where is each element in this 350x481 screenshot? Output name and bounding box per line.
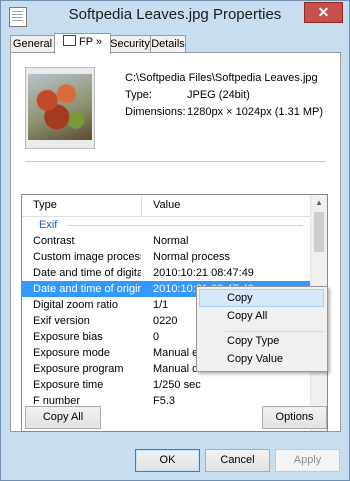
row-type: Exposure mode — [33, 347, 111, 359]
options-button[interactable]: Options — [262, 406, 327, 429]
row-type: Custom image processing — [33, 251, 141, 263]
image-thumbnail — [25, 67, 95, 149]
row-type: Exposure program — [33, 363, 124, 375]
type-label: Type: — [125, 89, 152, 101]
row-value: Normal process — [153, 251, 231, 263]
tab-fp[interactable]: FP » — [54, 33, 111, 54]
menu-item-copy[interactable]: Copy — [227, 289, 253, 307]
column-separator — [141, 195, 142, 216]
table-row[interactable]: Exposure time 1/250 sec — [22, 377, 311, 393]
row-type: Date and time of digital da... — [33, 267, 141, 279]
cancel-button[interactable]: Cancel — [205, 449, 270, 472]
copy-all-button[interactable]: Copy All — [25, 406, 101, 429]
window-title: Softpedia Leaves.jpg Properties — [68, 6, 282, 23]
fp-tab-panel: C:\Softpedia Files\Softpedia Leaves.jpg … — [10, 52, 341, 432]
column-header-type[interactable]: Type — [33, 199, 57, 211]
menu-item-copy-all[interactable]: Copy All — [227, 307, 267, 325]
tab-security[interactable]: Security — [109, 35, 151, 53]
menu-item-copy-value[interactable]: Copy Value — [227, 350, 283, 368]
table-row[interactable]: Date and time of digital da... 2010:10:21… — [22, 265, 311, 281]
file-info: C:\Softpedia Files\Softpedia Leaves.jpg … — [125, 70, 323, 121]
ok-button[interactable]: OK — [135, 449, 200, 472]
context-menu: Copy Copy All Copy Type Copy Value — [196, 286, 328, 372]
group-line — [67, 225, 303, 226]
tab-general[interactable]: General — [10, 35, 55, 53]
table-row[interactable]: Contrast Normal — [22, 233, 311, 249]
row-type: Exposure bias — [33, 331, 103, 343]
scrollbar-thumb[interactable] — [314, 212, 324, 252]
column-header-value[interactable]: Value — [153, 199, 180, 211]
row-type: Exif version — [33, 315, 90, 327]
camera-icon — [62, 35, 76, 46]
row-type: Digital zoom ratio — [33, 299, 118, 311]
tab-fp-label: FP » — [78, 36, 103, 48]
row-value: 1/250 sec — [153, 379, 201, 391]
group-exif[interactable]: Exif — [22, 217, 311, 233]
row-value: Normal — [153, 235, 189, 247]
apply-button[interactable]: Apply — [275, 449, 340, 472]
list-header: Type Value — [22, 195, 311, 217]
divider — [25, 161, 326, 162]
file-path: C:\Softpedia Files\Softpedia Leaves.jpg — [125, 72, 318, 84]
row-type: Exposure time — [33, 379, 104, 391]
type-value: JPEG (24bit) — [187, 89, 250, 101]
row-type: Date and time of original d... — [33, 283, 141, 295]
title-bar[interactable]: Softpedia Leaves.jpg Properties ✕ — [1, 1, 349, 31]
row-value: 2010:10:21 08:47:49 — [153, 267, 254, 279]
menu-item-copy-type[interactable]: Copy Type — [227, 332, 279, 350]
dimensions-label: Dimensions: — [125, 106, 186, 118]
table-row[interactable]: Custom image processing Normal process — [22, 249, 311, 265]
properties-window: Softpedia Leaves.jpg Properties ✕ Genera… — [0, 0, 350, 481]
row-type: Contrast — [33, 235, 75, 247]
leaves-photo — [28, 74, 92, 140]
tab-details[interactable]: Details — [150, 35, 186, 53]
dimensions-value: 1280px × 1024px (1.31 MP) — [187, 106, 324, 118]
close-button[interactable]: ✕ — [304, 2, 343, 23]
context-menu-highlight — [199, 289, 324, 307]
scroll-up-icon[interactable]: ▲ — [311, 195, 327, 211]
